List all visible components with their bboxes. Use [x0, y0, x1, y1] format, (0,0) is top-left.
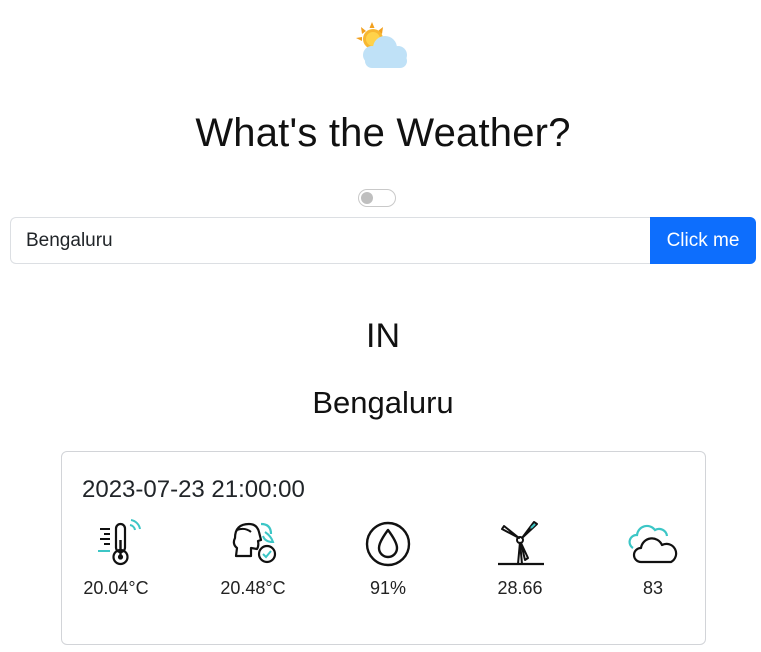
feels-like-icon [232, 522, 277, 564]
feels-like-stat: 20.48°C [193, 518, 313, 608]
cloudiness-stat: 83 [593, 518, 713, 608]
theme-toggle[interactable] [358, 189, 396, 207]
search-button[interactable]: Click me [650, 217, 756, 264]
search-bar: Click me [10, 217, 756, 264]
page-title: What's the Weather? [195, 111, 571, 155]
wind-turbine-icon [498, 521, 544, 566]
thermometer-icon [98, 519, 141, 566]
temperature-value: 20.04°C [83, 578, 149, 598]
temperature-stat: 20.04°C [56, 518, 176, 608]
weather-card: 2023-07-23 21:00:00 20.04°C 20.48°C 91% … [61, 451, 706, 645]
forecast-datetime: 2023-07-23 21:00:00 [82, 476, 305, 503]
sun-behind-cloud-icon [356, 22, 407, 68]
toggle-knob [361, 192, 373, 204]
humidity-drop-icon [365, 521, 411, 567]
humidity-stat: 91% [328, 518, 448, 608]
wind-value: 28.66 [497, 578, 543, 598]
city-search-input[interactable] [10, 217, 651, 264]
country-code: IN [366, 317, 400, 355]
cloud-icon [628, 524, 678, 564]
wind-stat: 28.66 [460, 518, 580, 608]
cloudiness-value: 83 [642, 578, 664, 598]
feels-like-value: 20.48°C [220, 578, 286, 598]
humidity-value: 91% [369, 578, 407, 598]
city-name: Bengaluru [312, 385, 454, 420]
